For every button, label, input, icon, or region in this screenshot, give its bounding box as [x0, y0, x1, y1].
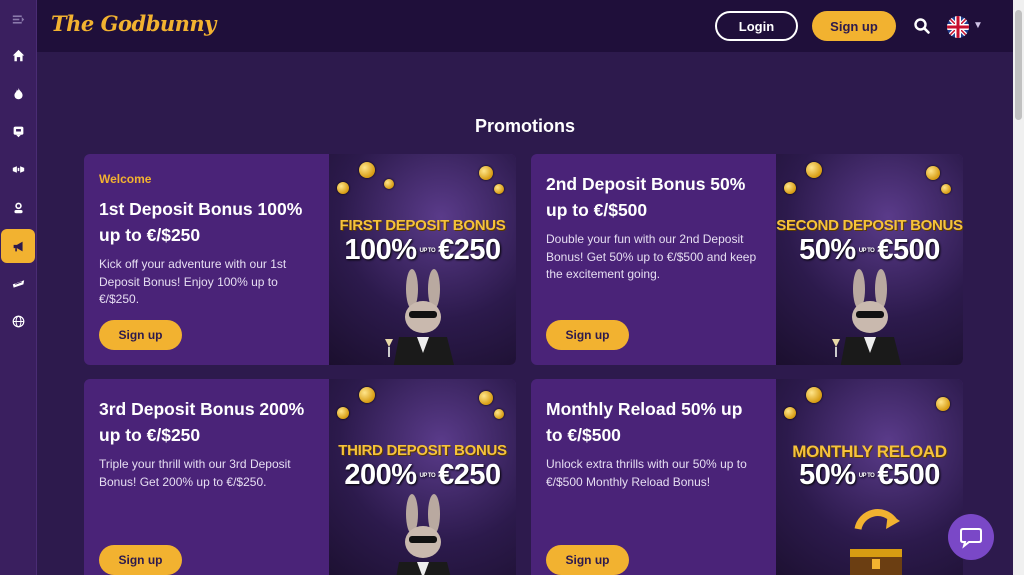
brand-logo[interactable]: The Godbunny [51, 11, 216, 36]
promo-banner[interactable]: FIRST DEPOSIT BONUS 100% UP TO €250 [329, 154, 516, 365]
promo-title: 2nd Deposit Bonus 50% up to €/$500 [546, 174, 746, 220]
chat-bubble-icon [960, 528, 982, 549]
scrollbar-thumb[interactable] [1015, 10, 1022, 120]
bunny-mascot-icon [396, 494, 451, 575]
promo-signup-button[interactable]: Sign up [99, 545, 182, 575]
bunny-mascot-icon [832, 269, 901, 365]
banner-upto: UP TO [419, 472, 436, 479]
promo-banner[interactable]: MONTHLY RELOAD 50% UP TO €500 [776, 379, 963, 575]
promo-card: 2nd Deposit Bonus 50% up to €/$500 Doubl… [531, 154, 963, 365]
banner-percent: 200% [344, 459, 417, 491]
banner-value: €500 [877, 459, 940, 491]
promo-signup-button[interactable]: Sign up [546, 545, 629, 575]
banner-percent: 100% [344, 234, 417, 266]
banner-value: €250 [438, 234, 501, 266]
banner-upto: UP TO [858, 247, 875, 254]
banner-value: €250 [438, 459, 501, 491]
banner-amount: 100% UP TO €250 [329, 234, 516, 267]
banner-heading: FIRST DEPOSIT BONUS [339, 217, 506, 234]
promo-description: Double your fun with our 2nd Deposit Bon… [546, 232, 757, 281]
promo-description: Unlock extra thrills with our 50% up to … [546, 457, 747, 489]
promo-card: 3rd Deposit Bonus 200% up to €/$250 Trip… [84, 379, 516, 575]
page-title: Promotions [474, 116, 575, 136]
promo-title: 1st Deposit Bonus 100% up to €/$250 [99, 199, 303, 245]
banner-percent: 50% [799, 459, 856, 491]
promo-title: 3rd Deposit Bonus 200% up to €/$250 [99, 399, 305, 445]
banner-amount: 200% UP TO €250 [329, 459, 516, 492]
banner-percent: 50% [799, 234, 856, 266]
treasure-chest-icon [850, 509, 902, 575]
live-chat-button[interactable] [948, 514, 994, 560]
globe-icon[interactable] [0, 304, 37, 338]
banner-value: €500 [877, 234, 940, 266]
promo-signup-button[interactable]: Sign up [546, 320, 629, 350]
promo-description: Kick off your adventure with our 1st Dep… [99, 257, 287, 306]
banner-heading: SECOND DEPOSIT BONUS [776, 217, 963, 234]
live-dealer-icon[interactable] [0, 190, 37, 224]
home-icon[interactable] [0, 38, 37, 72]
banner-upto: UP TO [419, 247, 436, 254]
sidebar [0, 0, 37, 575]
cards-icon[interactable] [0, 152, 37, 186]
bunny-mascot-icon [385, 269, 454, 365]
banner-amount: 50% UP TO €500 [776, 234, 963, 267]
menu-collapse-icon[interactable] [0, 2, 37, 36]
promo-card: Monthly Reload 50% up to €/$500 Unlock e… [531, 379, 963, 575]
uk-flag-icon[interactable] [947, 16, 969, 38]
banner-heading: THIRD DEPOSIT BONUS [338, 442, 507, 459]
search-icon[interactable] [913, 17, 931, 35]
slot-icon[interactable] [0, 114, 37, 148]
sports-icon[interactable] [0, 266, 37, 300]
promo-card: Welcome 1st Deposit Bonus 100% up to €/$… [84, 154, 516, 365]
banner-amount: 50% UP TO €500 [776, 459, 963, 492]
banner-upto: UP TO [858, 472, 875, 479]
fire-icon[interactable] [0, 76, 37, 110]
page-scrollbar[interactable] [1013, 0, 1024, 575]
promo-banner[interactable]: SECOND DEPOSIT BONUS 50% UP TO €500 [776, 154, 963, 365]
megaphone-icon[interactable] [1, 229, 35, 263]
top-header: The Godbunny Login Sign up ▼ [37, 0, 1013, 52]
chevron-down-icon[interactable]: ▼ [973, 20, 983, 31]
promo-description: Triple your thrill with our 3rd Deposit … [99, 457, 291, 489]
signup-button[interactable]: Sign up [812, 11, 896, 41]
promo-tag: Welcome [99, 172, 152, 186]
login-button[interactable]: Login [715, 11, 798, 41]
promo-banner[interactable]: THIRD DEPOSIT BONUS 200% UP TO €250 [329, 379, 516, 575]
promo-title: Monthly Reload 50% up to €/$500 [546, 399, 743, 445]
promo-signup-button[interactable]: Sign up [99, 320, 182, 350]
